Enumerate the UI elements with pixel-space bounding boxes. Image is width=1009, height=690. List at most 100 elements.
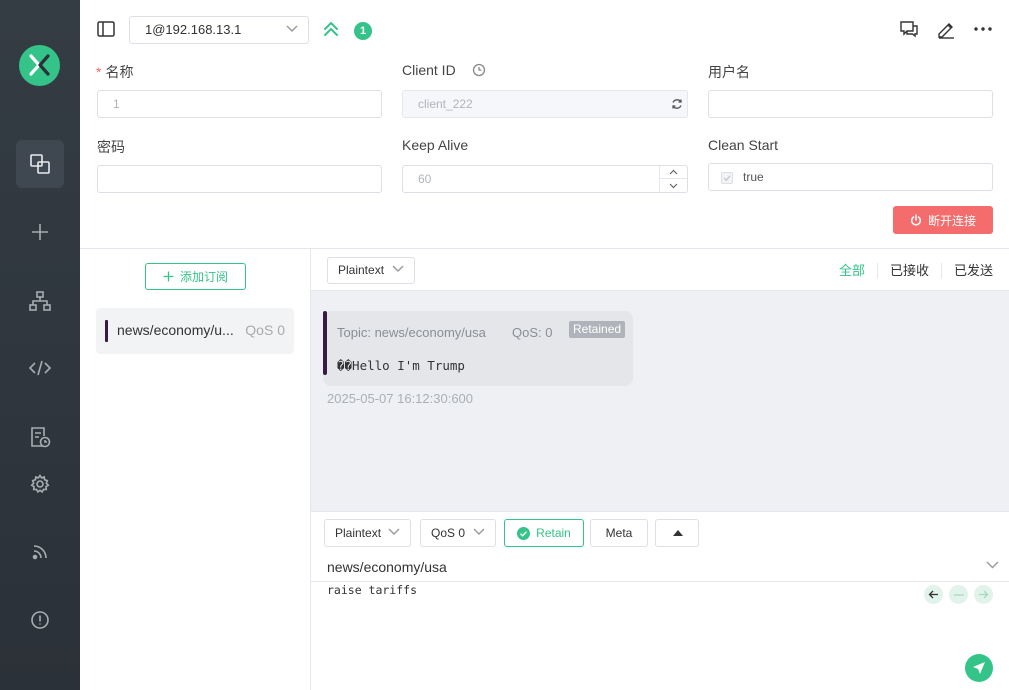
send-icon: [973, 662, 985, 674]
message-qos: QoS: 0: [512, 325, 553, 340]
publish-topic-input[interactable]: news/economy/usa: [327, 555, 999, 581]
increment-button[interactable]: [660, 166, 687, 179]
username-input[interactable]: [708, 90, 993, 118]
connection-select[interactable]: 1@192.168.13.1: [129, 16, 309, 44]
sidebar-item-subscribe-feed[interactable]: [16, 528, 64, 576]
message-timestamp: 2025-05-07 16:12:30:600: [327, 391, 474, 406]
decrement-button[interactable]: [660, 179, 687, 192]
chevron-down-icon: [286, 25, 298, 32]
sidebar-item-connections[interactable]: [16, 140, 64, 188]
meta-label: Meta: [605, 526, 633, 540]
add-subscription-label: 添加订阅: [179, 270, 228, 284]
chat-icon[interactable]: [899, 20, 919, 38]
subscription-color-bar: [105, 320, 108, 342]
subscriptions-panel: 添加订阅 news/economy/u... QoS 0: [80, 248, 311, 690]
publish-format-select[interactable]: Plaintext: [324, 519, 411, 547]
sidebar-item-script[interactable]: [16, 344, 64, 392]
history-forward-button[interactable]: [974, 585, 993, 604]
publish-panel: Plaintext QoS 0 Retain Meta news/economy…: [311, 511, 1009, 690]
subscription-topic: news/economy/u...: [117, 322, 234, 338]
connections-icon: [30, 154, 50, 174]
retain-toggle[interactable]: Retain: [504, 519, 584, 547]
history-back-button[interactable]: [924, 585, 943, 604]
more-icon[interactable]: [973, 26, 993, 32]
check-icon: [723, 175, 731, 182]
publish-qos-value: QoS 0: [431, 526, 466, 540]
publish-topic-value: news/economy/usa: [327, 559, 447, 575]
sidebar: [0, 0, 80, 690]
add-subscription-button[interactable]: 添加订阅: [145, 263, 246, 290]
subscription-qos: QoS 0: [245, 322, 285, 338]
keepalive-input[interactable]: 60: [402, 165, 688, 193]
chevron-down-icon: [392, 265, 404, 272]
message-filter-tabs: 全部 已接收 已发送: [827, 263, 993, 279]
clock-icon[interactable]: [472, 63, 486, 77]
meta-button[interactable]: Meta: [590, 519, 648, 547]
publish-qos-select[interactable]: QoS 0: [420, 519, 496, 547]
refresh-icon[interactable]: [671, 98, 683, 110]
power-icon: [910, 214, 921, 226]
connection-select-value: 1@192.168.13.1: [145, 22, 242, 37]
sidebar-item-about[interactable]: [16, 596, 64, 644]
edit-icon[interactable]: [936, 19, 956, 39]
publish-format-value: Plaintext: [335, 526, 382, 540]
plus-icon: [32, 224, 48, 240]
clean-start-checkbox[interactable]: [721, 172, 733, 184]
message-color-bar: [323, 311, 327, 375]
sidebar-item-new-connection[interactable]: [16, 208, 64, 256]
connection-topbar: 1@192.168.13.1 1: [80, 0, 1009, 58]
password-label: 密码: [97, 139, 125, 155]
expand-publish-button[interactable]: [655, 519, 699, 547]
retain-label: Retain: [536, 526, 571, 540]
tab-received[interactable]: 已接收: [876, 263, 941, 279]
clean-start-field: true: [708, 163, 993, 191]
subscription-item[interactable]: news/economy/u... QoS 0: [96, 308, 294, 354]
collapse-up-icon[interactable]: [322, 20, 340, 38]
chevron-down-icon[interactable]: [986, 561, 999, 569]
message-payload: ��Hello I'm Trump: [337, 358, 465, 373]
keepalive-stepper: [659, 166, 687, 192]
arrow-right-icon: [979, 590, 989, 599]
info-icon: [31, 611, 49, 629]
chevron-down-icon: [473, 528, 485, 535]
retained-badge: Retained: [569, 321, 626, 338]
clean-start-label: Clean Start: [708, 137, 779, 153]
messages-list: Topic: news/economy/usa QoS: 0 Retained …: [311, 291, 1009, 511]
name-input[interactable]: 1: [97, 90, 382, 118]
message-topic: Topic: news/economy/usa: [337, 325, 486, 340]
sidebar-item-log[interactable]: [16, 413, 64, 461]
panel-toggle-icon[interactable]: [96, 20, 116, 38]
sidebar-item-topic-tree[interactable]: [16, 277, 64, 325]
publish-payload-editor[interactable]: raise tariffs: [327, 583, 417, 597]
tab-sent[interactable]: 已发送: [940, 263, 993, 279]
client-id-input[interactable]: client_222: [402, 90, 688, 118]
sidebar-item-settings[interactable]: [16, 460, 64, 508]
disconnect-label: 断开连接: [927, 213, 976, 228]
username-label: 用户名: [708, 64, 750, 80]
gear-icon: [30, 474, 50, 494]
keepalive-label: Keep Alive: [402, 137, 469, 153]
chevron-down-icon: [669, 183, 678, 188]
message-bubble[interactable]: Topic: news/economy/usa QoS: 0 Retained …: [323, 311, 633, 386]
message-format-value: Plaintext: [338, 263, 385, 277]
arrow-left-icon: [928, 590, 938, 599]
tab-all[interactable]: 全部: [827, 263, 877, 279]
mqttx-logo: [19, 45, 60, 86]
code-icon: [28, 360, 52, 376]
clean-start-value: true: [743, 170, 764, 184]
rss-icon: [32, 545, 47, 560]
connection-count-badge: 1: [354, 22, 372, 40]
password-input[interactable]: [97, 165, 382, 193]
connection-form: * 名称 1 Client ID client_222 用户名 密码 Keep A…: [80, 58, 1009, 248]
chevron-up-icon: [669, 169, 678, 175]
tree-icon: [29, 291, 51, 311]
payload-divider: [311, 581, 1009, 582]
disconnect-button[interactable]: 断开连接: [893, 206, 993, 234]
client-id-value: client_222: [418, 97, 473, 111]
client-id-label: Client ID: [402, 62, 456, 78]
send-button[interactable]: [965, 654, 993, 682]
history-clear-button[interactable]: [949, 585, 968, 604]
name-label: * 名称: [96, 64, 134, 80]
message-format-select[interactable]: Plaintext: [327, 257, 415, 284]
log-icon: [31, 427, 51, 448]
